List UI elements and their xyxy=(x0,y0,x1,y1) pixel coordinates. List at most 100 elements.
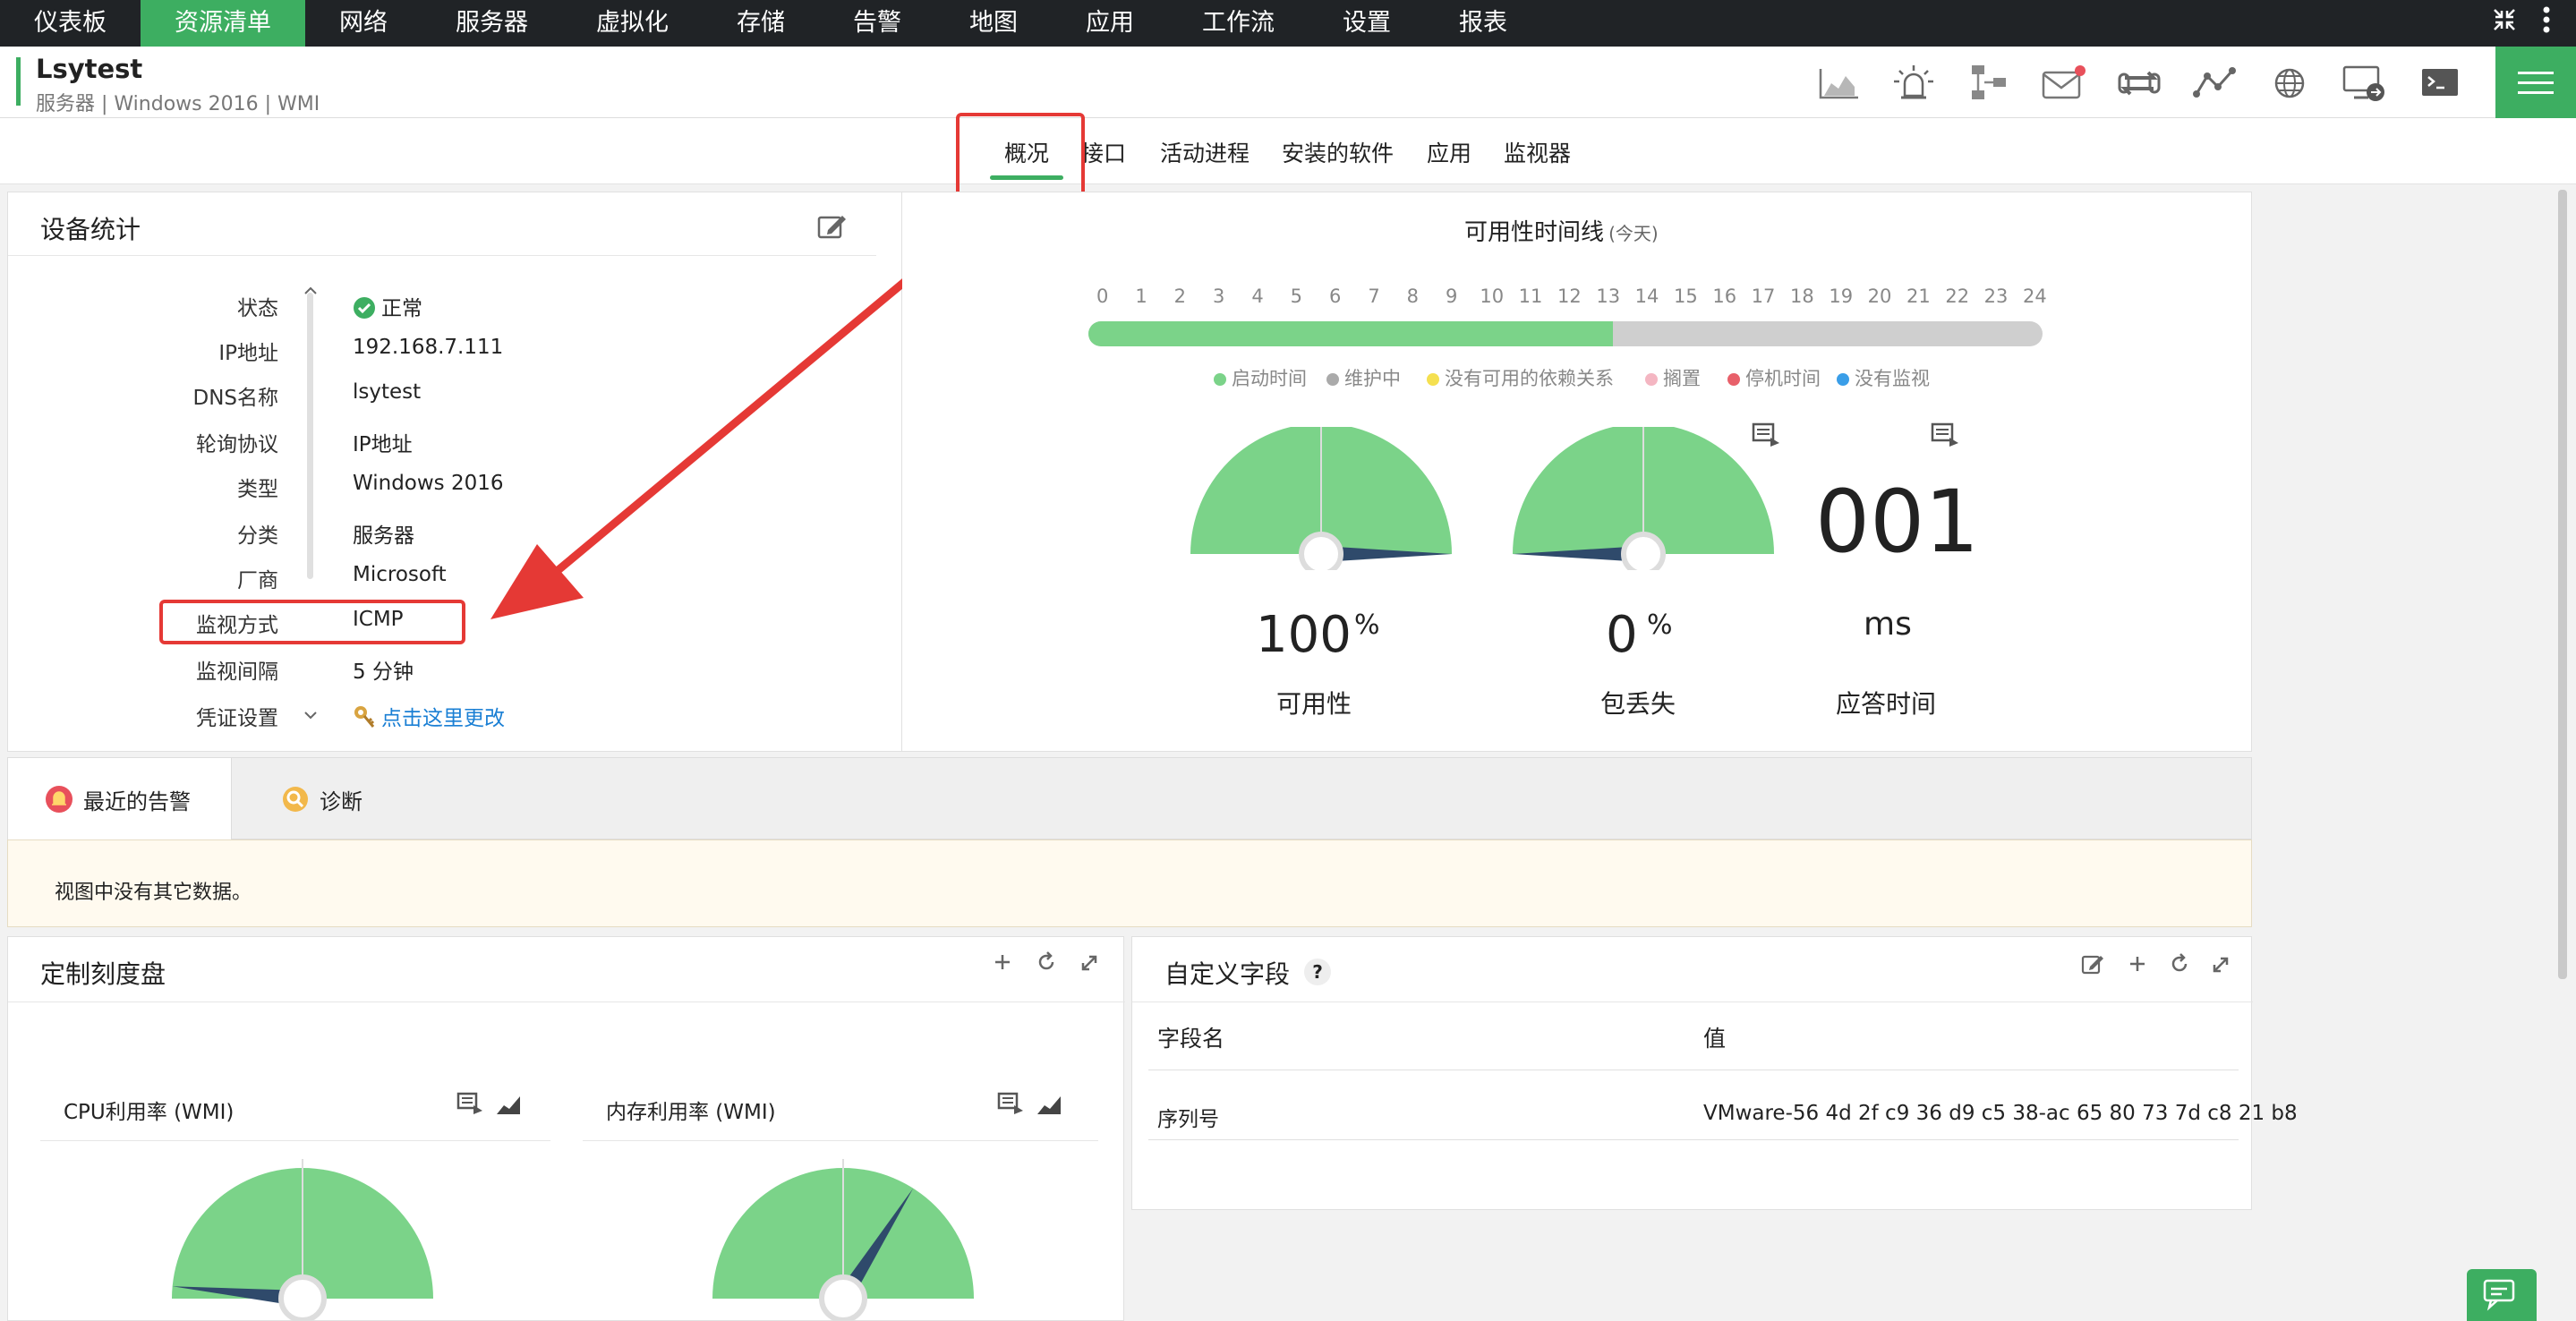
nav-item-dashboard[interactable]: 仪表板 xyxy=(0,0,141,47)
report-icon[interactable] xyxy=(996,1091,1027,1120)
stat-row-credentials: 凭证设置 点击这里更改 xyxy=(8,701,509,746)
nav-item-network[interactable]: 网络 xyxy=(305,0,422,47)
memory-dial-title: 内存利用率 (WMI) xyxy=(606,1101,776,1124)
timeline-hour-label: 8 xyxy=(1406,286,1420,307)
change-credentials-link[interactable]: 点击这里更改 xyxy=(381,707,505,730)
nav-item-virtualization[interactable]: 虚拟化 xyxy=(562,0,703,47)
legend-label: 搁置 xyxy=(1663,368,1701,389)
legend-label: 没有可用的依赖关系 xyxy=(1445,368,1614,389)
nav-item-reports[interactable]: 报表 xyxy=(1425,0,1541,47)
stat-label: IP地址 xyxy=(218,342,278,365)
stat-row-status: 状态 正常 xyxy=(8,291,509,336)
tab-interfaces[interactable]: 接口 xyxy=(1081,136,1126,168)
timeline-hour-label: 1 xyxy=(1135,286,1147,307)
refresh-icon[interactable] xyxy=(1036,951,1057,979)
timeline-hour-label: 17 xyxy=(1751,286,1776,307)
stat-row-type: 类型 Windows 2016 xyxy=(8,472,509,516)
alarm-icon[interactable] xyxy=(1876,63,1951,104)
stat-value: 5 分钟 xyxy=(353,660,414,684)
page-scrollbar[interactable] xyxy=(2558,190,2567,979)
nav-item-alarms[interactable]: 告警 xyxy=(819,0,935,47)
collapse-icon[interactable] xyxy=(2492,7,2517,39)
nav-item-apps[interactable]: 应用 xyxy=(1052,0,1168,47)
timeline-hour-label: 18 xyxy=(1790,286,1814,307)
add-icon[interactable] xyxy=(993,951,1012,978)
legend-item: 维护中 xyxy=(1326,364,1401,391)
trend-icon[interactable] xyxy=(495,1093,522,1120)
add-icon[interactable] xyxy=(2128,953,2147,980)
tab-installed-software[interactable]: 安装的软件 xyxy=(1282,136,1394,168)
timeline-hour-label: 2 xyxy=(1173,286,1187,307)
expand-icon[interactable] xyxy=(1080,951,1098,978)
nav-item-settings[interactable]: 设置 xyxy=(1309,0,1425,47)
globe-icon[interactable] xyxy=(2252,63,2327,104)
nav-item-workflow[interactable]: 工作流 xyxy=(1168,0,1309,47)
tab-applications[interactable]: 应用 xyxy=(1427,136,1471,168)
legend-dot xyxy=(1326,373,1339,386)
nav-item-storage[interactable]: 存储 xyxy=(703,0,819,47)
more-vertical-icon[interactable] xyxy=(2542,6,2551,40)
availability-gauge xyxy=(1190,427,1452,570)
timeline-hour-label: 11 xyxy=(1518,286,1543,307)
chart-icon[interactable] xyxy=(1801,63,1876,104)
custom-dials-panel: 定制刻度盘 CPU利用率 (WMI) 内存利用率 (WMI) xyxy=(7,936,1125,1321)
device-tabs: 概况 接口 活动进程 安装的软件 应用 监视器 xyxy=(0,118,2576,184)
legend-item: 没有可用的依赖关系 xyxy=(1427,364,1614,391)
help-icon[interactable]: ? xyxy=(1304,959,1331,985)
column-header-value: 值 xyxy=(1703,1026,1727,1052)
edit-icon[interactable] xyxy=(817,214,848,244)
terminal-icon[interactable] xyxy=(2402,63,2478,104)
field-name-cell: 序列号 xyxy=(1157,1108,1219,1131)
graph-icon[interactable] xyxy=(2177,63,2252,104)
tab-recent-alarms[interactable]: 最近的告警 xyxy=(8,758,232,840)
tab-active-processes[interactable]: 活动进程 xyxy=(1160,136,1250,168)
topology-icon[interactable] xyxy=(1951,63,2026,104)
chat-button[interactable] xyxy=(2467,1269,2537,1321)
legend-dot xyxy=(1837,373,1849,386)
memory-dial-card: 内存利用率 (WMI) xyxy=(583,1027,1098,1141)
timeline-hour-label: 14 xyxy=(1634,286,1659,307)
nav-item-inventory[interactable]: 资源清单 xyxy=(141,0,305,47)
stat-label: 凭证设置 xyxy=(196,707,278,730)
legend-label: 停机时间 xyxy=(1745,368,1821,389)
report-icon[interactable] xyxy=(1751,422,1783,452)
trend-icon[interactable] xyxy=(1036,1093,1062,1120)
refresh-icon[interactable] xyxy=(2169,953,2190,981)
timeline-hour-label: 7 xyxy=(1368,286,1380,307)
empty-message: 视图中没有其它数据。 xyxy=(55,882,252,904)
timeline-hour-label: 10 xyxy=(1480,286,1505,307)
report-icon[interactable] xyxy=(1930,422,1962,452)
packet-loss-gauge xyxy=(1513,427,1774,570)
timeline-hour-label: 9 xyxy=(1446,286,1458,307)
top-nav: 仪表板 资源清单 网络 服务器 虚拟化 存储 告警 地图 应用 工作流 设置 报… xyxy=(0,0,2576,47)
availability-panel: 可用性时间线 (今天) 0 1 2 3 4 5 6 7 8 9 10 11 12 13 14 15 16 17 18… xyxy=(902,192,2252,752)
response-time-unit: ms xyxy=(1864,606,1912,643)
tab-diagnostics[interactable]: 诊断 xyxy=(241,758,402,840)
timeline-hour-label: 24 xyxy=(2023,286,2047,307)
edit-icon[interactable] xyxy=(2081,953,2104,981)
mail-icon[interactable] xyxy=(2026,63,2102,104)
sync-icon[interactable] xyxy=(2102,63,2177,104)
expand-icon[interactable] xyxy=(2212,953,2230,980)
timeline-hour-label: 23 xyxy=(1983,286,2009,307)
report-icon[interactable] xyxy=(456,1091,486,1120)
chat-icon xyxy=(2483,1279,2515,1311)
custom-fields-title: 自定义字段 xyxy=(1164,959,1291,989)
response-time-value: 001 xyxy=(1815,472,1980,572)
diagnostics-icon xyxy=(283,787,308,812)
tab-monitors[interactable]: 监视器 xyxy=(1504,136,1571,168)
stat-label: 类型 xyxy=(237,478,278,501)
nav-item-servers[interactable]: 服务器 xyxy=(422,0,562,47)
timeline-hour-label: 13 xyxy=(1596,286,1621,307)
gauge-hub xyxy=(278,1274,327,1321)
legend-item: 启动时间 xyxy=(1214,364,1307,391)
device-header: Lsytest 服务器 | Windows 2016 | WMI xyxy=(0,47,2576,118)
cpu-gauge xyxy=(172,1159,433,1321)
timeline-hour-label: 16 xyxy=(1712,286,1737,307)
device-stats-title: 设备统计 xyxy=(40,215,141,244)
remote-desktop-icon[interactable] xyxy=(2327,63,2402,104)
nav-item-maps[interactable]: 地图 xyxy=(935,0,1052,47)
hamburger-menu-icon[interactable] xyxy=(2495,47,2576,118)
legend-dot xyxy=(1427,373,1439,386)
availability-subtitle: (今天) xyxy=(1608,223,1659,244)
